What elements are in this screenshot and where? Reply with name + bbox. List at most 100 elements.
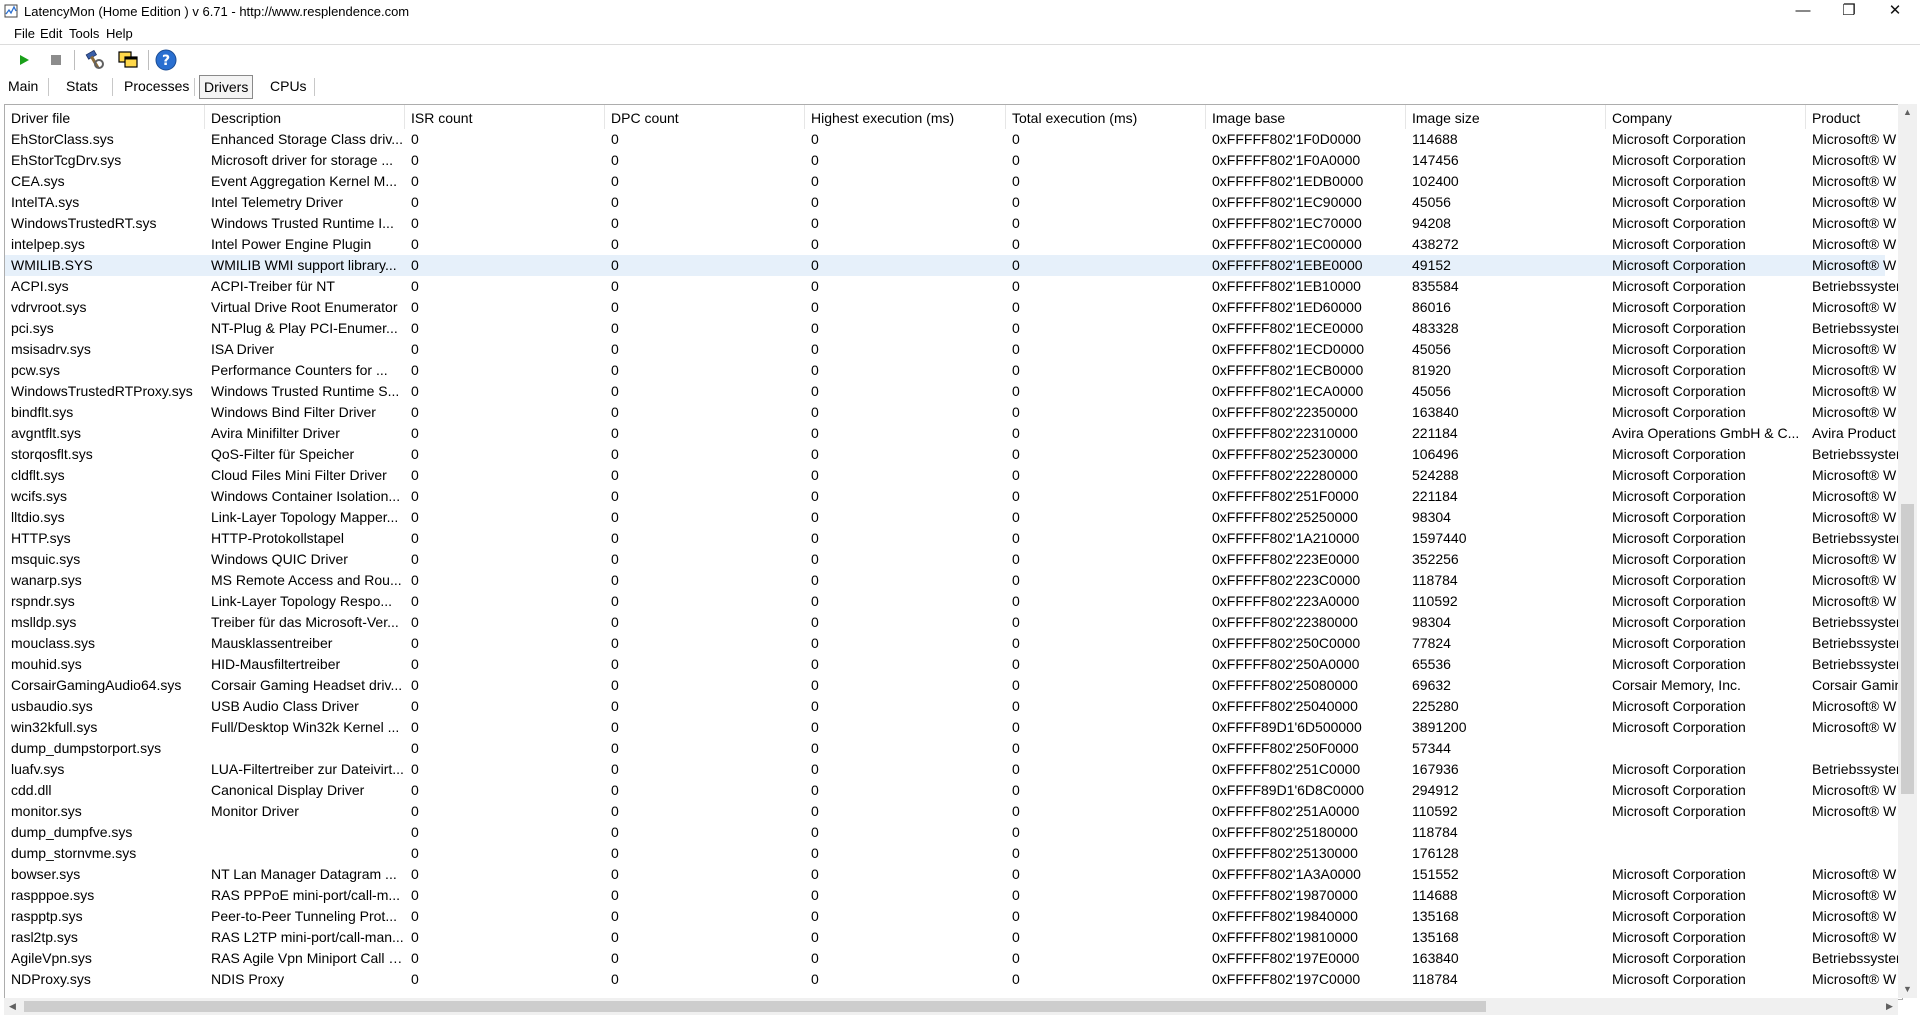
table-row[interactable]: storqosflt.sys QoS-Filter für Speicher 0 0 0… bbox=[5, 444, 1901, 465]
column-header-image-size[interactable]: Image size bbox=[1406, 105, 1606, 129]
table-row[interactable]: msisadrv.sys ISA Driver 0 0 0 0 0xFFFFF802'1EC… bbox=[5, 339, 1896, 360]
table-row[interactable]: cdd.dll Canonical Display Driver 0 0 0 0 0xFFF… bbox=[5, 780, 1896, 801]
tab-processes[interactable]: Processes bbox=[120, 75, 193, 97]
scroll-left-arrow-icon[interactable]: ◀ bbox=[4, 998, 21, 1015]
table-row[interactable]: WindowsTrustedRTProxy.sys Windows Trusted… bbox=[5, 381, 1896, 402]
menu-tools[interactable]: Tools bbox=[69, 26, 99, 41]
table-row[interactable]: msquic.sys Windows QUIC Driver 0 0 0 0 0xFFFFF… bbox=[5, 549, 1896, 570]
table-row[interactable]: wanarp.sys MS Remote Access and Rou... 0 0 0… bbox=[5, 570, 1896, 591]
cell-driver-file: mouclass.sys bbox=[11, 635, 96, 651]
table-row[interactable]: luafv.sys LUA-Filtertreiber zur Dateivirt… bbox=[5, 759, 1901, 780]
column-header-product[interactable]: Product bbox=[1806, 105, 1902, 129]
column-header-description[interactable]: Description bbox=[205, 105, 405, 129]
cell-total-execution: 0 bbox=[1012, 782, 1020, 798]
table-row[interactable]: usbaudio.sys USB Audio Class Driver 0 0 0 0 0x… bbox=[5, 696, 1896, 717]
menu-file[interactable]: File bbox=[14, 26, 35, 41]
table-row[interactable]: pci.sys NT-Plug & Play PCI-Enumer... 0 0 0 0 0… bbox=[5, 318, 1901, 339]
cell-driver-file: pci.sys bbox=[11, 320, 54, 336]
vertical-scrollbar[interactable]: ▲ ▼ bbox=[1898, 104, 1917, 998]
cell-dpc-count: 0 bbox=[611, 362, 619, 378]
column-header-image-base[interactable]: Image base bbox=[1206, 105, 1406, 129]
tab-separator bbox=[48, 78, 49, 96]
table-row[interactable]: rspndr.sys Link-Layer Topology Respo... 0 0… bbox=[5, 591, 1896, 612]
table-row[interactable]: bowser.sys NT Lan Manager Datagram ... 0 0 0… bbox=[5, 864, 1896, 885]
toolbar-separator bbox=[74, 50, 75, 70]
cell-product: Microsoft® W bbox=[1812, 971, 1897, 987]
table-row[interactable]: raspppoe.sys RAS PPPoE mini-port/call-m..… bbox=[5, 885, 1896, 906]
vertical-scroll-thumb[interactable] bbox=[1901, 504, 1914, 794]
table-row[interactable]: lltdio.sys Link-Layer Topology Mapper... 0… bbox=[5, 507, 1896, 528]
table-row[interactable]: rasl2tp.sys RAS L2TP mini-port/call-man..… bbox=[5, 927, 1896, 948]
tab-drivers[interactable]: Drivers bbox=[199, 75, 254, 99]
help-button[interactable]: ? bbox=[154, 48, 178, 72]
table-row[interactable]: EhStorTcgDrv.sys Microsoft driver for sto… bbox=[5, 150, 1896, 171]
cell-highest-execution: 0 bbox=[811, 173, 819, 189]
scroll-right-arrow-icon[interactable]: ▶ bbox=[1881, 998, 1898, 1015]
column-header-dpc-count[interactable]: DPC count bbox=[605, 105, 805, 129]
stop-button[interactable] bbox=[44, 48, 68, 72]
tool-button-1[interactable] bbox=[83, 48, 107, 72]
table-row[interactable]: win32kfull.sys Full/Desktop Win32k Kernel… bbox=[5, 717, 1896, 738]
scroll-up-arrow-icon[interactable]: ▲ bbox=[1898, 104, 1917, 121]
cell-product: Microsoft® W bbox=[1812, 698, 1897, 714]
table-row[interactable]: mouhid.sys HID-Mausfiltertreiber 0 0 0 0 0xFFF… bbox=[5, 654, 1901, 675]
cell-total-execution: 0 bbox=[1012, 908, 1020, 924]
table-row[interactable]: CorsairGamingAudio64.sys Corsair Gaming H… bbox=[5, 675, 1902, 696]
tool-button-2[interactable] bbox=[116, 48, 140, 72]
table-row[interactable]: avgntflt.sys Avira Minifilter Driver 0 0 0 0 0… bbox=[5, 423, 1896, 444]
close-button[interactable]: ✕ bbox=[1872, 0, 1918, 24]
table-row[interactable]: intelpep.sys Intel Power Engine Plugin 0 0 0… bbox=[5, 234, 1896, 255]
restore-button[interactable]: ❐ bbox=[1826, 0, 1872, 24]
cell-total-execution: 0 bbox=[1012, 215, 1020, 231]
minimize-button[interactable]: — bbox=[1780, 0, 1826, 24]
menu-edit[interactable]: Edit bbox=[40, 26, 62, 41]
cell-driver-file: WindowsTrustedRT.sys bbox=[11, 215, 157, 231]
scroll-down-arrow-icon[interactable]: ▼ bbox=[1898, 981, 1917, 998]
table-row[interactable]: mslldp.sys Treiber für das Microsoft-Ver.… bbox=[5, 612, 1901, 633]
cell-company: Microsoft Corporation bbox=[1612, 866, 1746, 882]
table-row[interactable]: cldflt.sys Cloud Files Mini Filter Driver… bbox=[5, 465, 1896, 486]
table-row[interactable]: WMILIB.SYS WMILIB WMI support library... 0… bbox=[5, 255, 1896, 276]
table-row[interactable]: bindflt.sys Windows Bind Filter Driver 0 0 0… bbox=[5, 402, 1896, 423]
table-row[interactable]: vdrvroot.sys Virtual Drive Root Enumerato… bbox=[5, 297, 1896, 318]
table-row[interactable]: IntelTA.sys Intel Telemetry Driver 0 0 0 0 0xF… bbox=[5, 192, 1896, 213]
table-row[interactable]: dump_dumpstorport.sys 0 0 0 0 0xFFFFF802'250F… bbox=[5, 738, 1885, 759]
table-row[interactable]: ACPI.sys ACPI-Treiber für NT 0 0 0 0 0xFFFFF80… bbox=[5, 276, 1901, 297]
column-header-total-execution[interactable]: Total execution (ms) bbox=[1006, 105, 1206, 129]
cell-highest-execution: 0 bbox=[811, 887, 819, 903]
cell-company: Microsoft Corporation bbox=[1612, 152, 1746, 168]
start-button[interactable] bbox=[12, 48, 36, 72]
tab-main[interactable]: Main bbox=[4, 75, 42, 97]
table-row[interactable]: dump_stornvme.sys 0 0 0 0 0xFFFFF802'25130000… bbox=[5, 843, 1885, 864]
tab-cpus[interactable]: CPUs bbox=[266, 75, 311, 97]
title-bar: LatencyMon (Home Edition ) v 6.71 - http… bbox=[0, 0, 1920, 24]
drivers-table[interactable]: Driver file Description ISR count DPC co… bbox=[4, 104, 1903, 1000]
table-row[interactable]: monitor.sys Monitor Driver 0 0 0 0 0xFFFFF802'… bbox=[5, 801, 1896, 822]
column-header-company[interactable]: Company bbox=[1606, 105, 1806, 129]
table-row[interactable]: EhStorClass.sys Enhanced Storage Class dr… bbox=[5, 129, 1896, 150]
cell-highest-execution: 0 bbox=[811, 866, 819, 882]
table-row[interactable]: dump_dumpfve.sys 0 0 0 0 0xFFFFF802'25180000 1… bbox=[5, 822, 1885, 843]
cell-image-size: 57344 bbox=[1412, 740, 1451, 756]
tab-separator bbox=[112, 78, 113, 96]
table-row[interactable]: HTTP.sys HTTP-Protokollstapel 0 0 0 0 0xFFFFF8… bbox=[5, 528, 1901, 549]
table-row[interactable]: mouclass.sys Mausklassentreiber 0 0 0 0 0xFFFF… bbox=[5, 633, 1901, 654]
column-header-driver-file[interactable]: Driver file bbox=[5, 105, 205, 129]
table-row[interactable]: raspptp.sys Peer-to-Peer Tunneling Prot..… bbox=[5, 906, 1896, 927]
table-row[interactable]: wcifs.sys Windows Container Isolation... 0… bbox=[5, 486, 1896, 507]
table-row[interactable]: CEA.sys Event Aggregation Kernel M... 0 0 0 0… bbox=[5, 171, 1896, 192]
table-row[interactable]: NDProxy.sys NDIS Proxy 0 0 0 0 0xFFFFF802'197C… bbox=[5, 969, 1896, 990]
menu-help[interactable]: Help bbox=[106, 26, 133, 41]
horizontal-scroll-thumb[interactable] bbox=[24, 1001, 1486, 1012]
table-row[interactable]: AgileVpn.sys RAS Agile Vpn Miniport Call … bbox=[5, 948, 1901, 969]
column-header-highest-execution[interactable]: Highest execution (ms) bbox=[805, 105, 1006, 129]
cell-dpc-count: 0 bbox=[611, 446, 619, 462]
horizontal-scrollbar[interactable]: ◀ ▶ bbox=[4, 998, 1898, 1015]
tab-stats[interactable]: Stats bbox=[62, 75, 102, 97]
cell-isr-count: 0 bbox=[411, 908, 419, 924]
cell-highest-execution: 0 bbox=[811, 551, 819, 567]
table-row[interactable]: WindowsTrustedRT.sys Windows Trusted Runt… bbox=[5, 213, 1896, 234]
table-row[interactable]: pcw.sys Performance Counters for ... 0 0 0 0 0… bbox=[5, 360, 1896, 381]
cell-image-size: 94208 bbox=[1412, 215, 1451, 231]
column-header-isr-count[interactable]: ISR count bbox=[405, 105, 605, 129]
